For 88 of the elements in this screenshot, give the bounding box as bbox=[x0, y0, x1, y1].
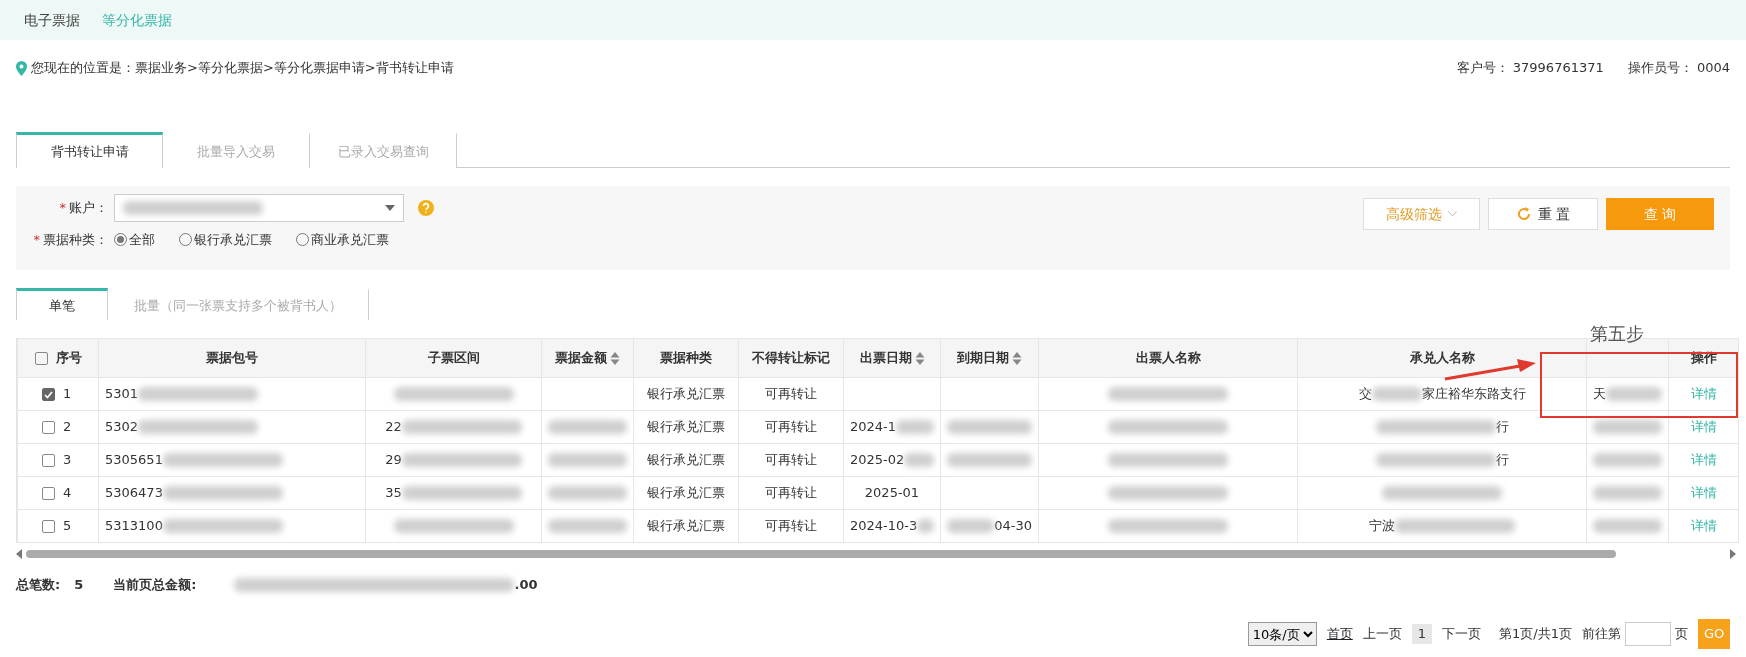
table-cell: 4 bbox=[63, 485, 72, 501]
total-label: 当前页总金额: bbox=[113, 576, 197, 594]
table-cell-text: 可再转让 bbox=[765, 484, 817, 503]
total-label: 总笔数: bbox=[16, 576, 61, 594]
table-cell-text: 行 bbox=[1495, 418, 1509, 437]
table-cell: 3 bbox=[63, 452, 72, 468]
table-cell-text: 2025-02 bbox=[850, 451, 905, 470]
total-value: 5 bbox=[74, 576, 84, 594]
table-cell: 2 bbox=[63, 419, 72, 435]
sort-icon[interactable] bbox=[610, 352, 620, 366]
checkbox[interactable] bbox=[42, 487, 55, 501]
sort-icon[interactable] bbox=[1012, 352, 1022, 366]
scroll-left-icon[interactable] bbox=[16, 549, 22, 559]
table-cell-text: 银行承兑汇票 bbox=[647, 451, 725, 470]
column-header: 出票人名称 bbox=[1135, 350, 1201, 366]
table-cell-text: 2024-10-3 bbox=[850, 517, 918, 536]
column-header: 序号 bbox=[55, 350, 82, 366]
breadcrumb-text: 您现在的位置是：票据业务>等分化票据>等分化票据申请>背书转让申请 bbox=[31, 59, 454, 78]
table-cell-text: 5302 bbox=[105, 418, 139, 437]
nav-link-item[interactable]: 电子票据 bbox=[24, 9, 80, 31]
page-info: 第1页/共1页 bbox=[1499, 625, 1572, 644]
annotation-text: 第五步 bbox=[1590, 322, 1644, 346]
column-header: 票据包号 bbox=[206, 350, 258, 366]
table-cell-text: 交 bbox=[1358, 385, 1372, 404]
radio-option[interactable]: 商业承兑汇票 bbox=[296, 230, 389, 250]
checkbox[interactable] bbox=[42, 388, 55, 402]
checkbox[interactable] bbox=[42, 520, 55, 534]
goto-label: 前往第 bbox=[1582, 625, 1621, 644]
required-mark: * bbox=[33, 231, 40, 249]
caret-icon bbox=[385, 205, 395, 211]
table-cell-text: 银行承兑汇票 bbox=[647, 517, 725, 536]
column-header: 不得转让标记 bbox=[752, 350, 830, 366]
column-header: 子票区间 bbox=[427, 350, 480, 366]
column-header: 票据种类 bbox=[660, 350, 712, 366]
table-cell-text: 5305651 bbox=[105, 451, 163, 470]
table-cell: 5 bbox=[63, 518, 72, 534]
tab[interactable]: 背书转让申请 bbox=[16, 132, 163, 168]
chevron-icon bbox=[1448, 211, 1457, 217]
goto-label: 页 bbox=[1675, 625, 1688, 644]
table-cell-text: 5306473 bbox=[105, 484, 163, 503]
table-cell-text: 银行承兑汇票 bbox=[647, 385, 725, 404]
radio-option[interactable]: 全部 bbox=[114, 230, 155, 250]
table-cell-text: 5301 bbox=[105, 385, 139, 404]
column-header: 承兑人名称 bbox=[1409, 350, 1475, 366]
radio-option[interactable]: 银行承兑汇票 bbox=[179, 230, 272, 250]
total-value: .00 bbox=[514, 576, 538, 594]
table-cell-text: 2024-1 bbox=[850, 418, 897, 437]
table-cell-text: 2025-01 bbox=[864, 484, 920, 503]
help-icon[interactable] bbox=[418, 200, 434, 216]
info-text: 客户号： 37996761371 bbox=[1456, 59, 1604, 78]
table-cell-text: 5313100 bbox=[105, 517, 163, 536]
tab[interactable]: 单笔 bbox=[16, 288, 108, 320]
table-cell-text: 04-30 bbox=[994, 517, 1032, 536]
location-pin-icon bbox=[16, 60, 27, 76]
table-cell-text: 29 bbox=[385, 451, 402, 470]
column-header: 到期日期 bbox=[957, 350, 1009, 366]
table-cell-text: 35 bbox=[385, 484, 402, 503]
field-label: 票据种类： bbox=[43, 231, 108, 249]
table-cell-text: 可再转让 bbox=[765, 517, 817, 536]
table-cell-text: 宁波 bbox=[1369, 517, 1395, 536]
pager-link[interactable]: 下一页 bbox=[1442, 624, 1482, 644]
field-label: 账户： bbox=[69, 199, 108, 218]
checkbox[interactable] bbox=[42, 454, 55, 468]
page-number[interactable]: 1 bbox=[1411, 624, 1433, 644]
checkbox[interactable] bbox=[34, 352, 48, 366]
refresh-icon bbox=[1515, 206, 1532, 222]
table-cell-text: 可再转让 bbox=[765, 418, 817, 437]
reset-button[interactable]: 重 置 bbox=[1488, 198, 1598, 230]
table-cell-text: 天 bbox=[1593, 385, 1606, 404]
table-cell-text: 银行承兑汇票 bbox=[647, 484, 725, 503]
sort-icon[interactable] bbox=[914, 352, 925, 366]
column-header: 票据金额 bbox=[555, 350, 607, 366]
table-cell-text: 可再转让 bbox=[765, 385, 817, 404]
table-cell-text: 可再转让 bbox=[765, 451, 817, 470]
info-text: 操作员号： 0004 bbox=[1627, 59, 1730, 78]
page-input[interactable] bbox=[1625, 622, 1671, 646]
table-cell-text: 22 bbox=[385, 418, 402, 437]
table-cell: 1 bbox=[63, 386, 72, 402]
scroll-right-icon[interactable] bbox=[1730, 549, 1736, 559]
pager-link[interactable]: 上一页 bbox=[1362, 624, 1402, 644]
table-cell-text: 银行承兑汇票 bbox=[647, 418, 725, 437]
column-header: 出票日期 bbox=[859, 350, 912, 366]
required-mark: * bbox=[59, 199, 66, 218]
page-size-select[interactable]: 10条/页 bbox=[1247, 622, 1317, 646]
table-cell-text: 家庄裕华东路支行 bbox=[1421, 385, 1526, 404]
checkbox[interactable] bbox=[42, 421, 55, 435]
table-cell-text: 行 bbox=[1495, 451, 1509, 470]
pager-link[interactable]: 首页 bbox=[1326, 624, 1353, 644]
